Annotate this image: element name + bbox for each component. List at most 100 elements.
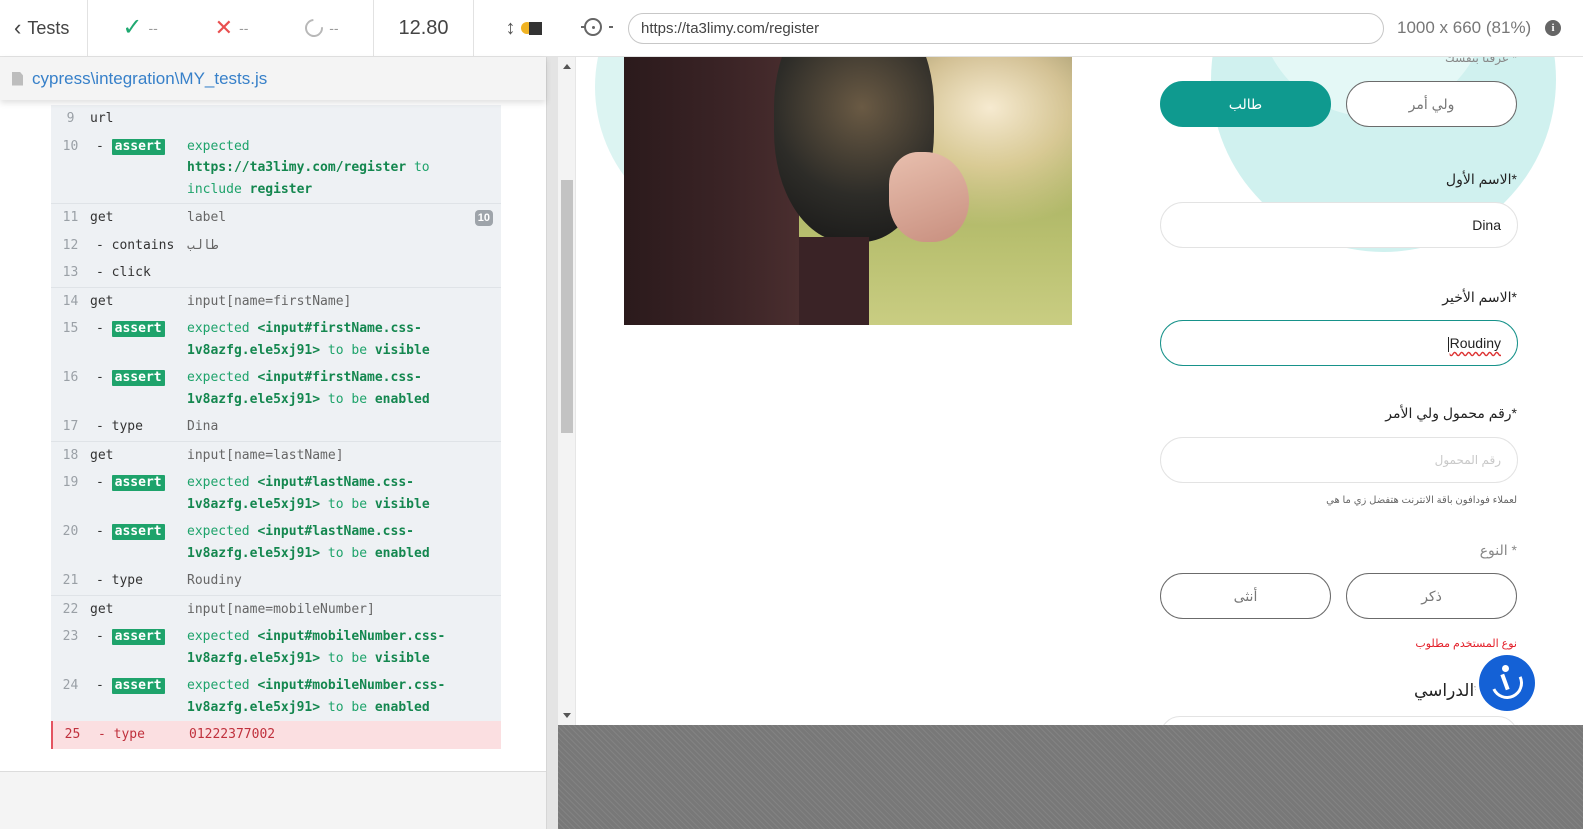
aut-url: https://ta3limy.com/register <box>628 13 1384 44</box>
aut-header: https://ta3limy.com/register 1000 x 660 … <box>558 0 1583 57</box>
command-row[interactable]: 14 get input[name=firstName] <box>51 286 501 316</box>
first-name-input[interactable]: Dina <box>1160 202 1518 248</box>
child-dash: - <box>96 678 112 693</box>
command-name: get <box>90 599 187 621</box>
command-row[interactable]: 24- assert expected <input#mobileNumber.c… <box>51 672 501 721</box>
command-label: type <box>113 727 145 742</box>
education-select[interactable] <box>1160 716 1518 725</box>
line-number: 17 <box>62 419 79 434</box>
command-row[interactable]: 21- type Roudiny <box>51 567 501 595</box>
message-part: to be <box>320 650 375 666</box>
message-part: visible <box>374 496 430 512</box>
command-row[interactable]: 22 get input[name=mobileNumber] <box>51 594 501 624</box>
scroll-thumb[interactable] <box>561 180 573 433</box>
command-list: 9 url 10- assert expected https://ta3limy.c… <box>0 100 546 772</box>
command-name: - assert <box>90 136 187 201</box>
line-number: 24 <box>62 678 79 693</box>
scroll-up-icon[interactable] <box>563 64 571 69</box>
child-dash: - <box>96 524 112 539</box>
line-number: 14 <box>62 293 79 309</box>
command-row[interactable]: 13 - click <box>51 259 501 287</box>
command-message: input[name=mobileNumber] <box>187 601 375 617</box>
assert-badge: assert <box>111 629 165 645</box>
command-label: url <box>90 111 114 126</box>
failed-count: -- <box>239 20 249 36</box>
message-part: enabled <box>374 391 430 407</box>
gender-male-button[interactable]: ذكر <box>1346 573 1517 619</box>
scroll-down-icon[interactable] <box>563 713 571 718</box>
line-number: 10 <box>62 138 79 154</box>
spec-file-bar: cypress\integration\MY_tests.js <box>0 57 546 100</box>
message-part: to <box>406 160 438 175</box>
mobile-number-input[interactable]: رقم المحمول <box>1160 437 1518 483</box>
stop-icon[interactable] <box>528 21 542 35</box>
accessibility-button[interactable] <box>1475 651 1539 715</box>
line-number: 22 <box>62 601 79 617</box>
message-part: expected <box>187 524 258 539</box>
command-name: url <box>90 108 187 130</box>
duration: 12.80 <box>374 0 474 56</box>
command-message <box>187 108 501 130</box>
command-row[interactable]: 15- assert expected <input#firstName.css-… <box>51 315 501 364</box>
message-part: to be <box>320 496 375 512</box>
x-icon: ✕ <box>214 15 234 40</box>
pending-icon <box>301 15 327 41</box>
line-number: 18 <box>62 447 79 463</box>
last-name-input[interactable]: Roudiny <box>1160 320 1518 366</box>
line-number: 21 <box>62 573 79 588</box>
command-rows: 9 url 10- assert expected https://ta3limy.c… <box>51 105 501 749</box>
info-icon[interactable]: i <box>1545 20 1561 36</box>
text-caret <box>1447 336 1449 352</box>
command-row[interactable]: 9 url <box>51 105 501 133</box>
line-number: 12 <box>62 237 79 253</box>
panel-resizer[interactable] <box>546 57 558 829</box>
command-message: label <box>187 210 227 225</box>
message-part: enabled <box>374 699 430 715</box>
line-number: 13 <box>62 265 79 280</box>
command-row[interactable]: 10- assert expected https://ta3limy.com/r… <box>51 133 501 204</box>
command-label: click <box>111 265 151 280</box>
pending-stat: -- <box>301 15 339 41</box>
command-message: 01222377002 <box>189 727 276 742</box>
child-dash: - <box>96 419 112 434</box>
command-row[interactable]: 12- contains طالب <box>51 232 501 260</box>
message-part: enabled <box>374 545 430 561</box>
command-row[interactable]: 17- type Dina <box>51 413 501 441</box>
child-dash: - <box>96 321 112 336</box>
role-student-button[interactable]: طالب <box>1160 81 1331 127</box>
element-count-badge: 10 <box>474 210 493 226</box>
message-part: to be <box>320 545 375 561</box>
last-name-label: الاسم الأخير* <box>1442 289 1517 305</box>
line-number: 16 <box>62 370 79 385</box>
command-message: input[name=lastName] <box>187 447 344 463</box>
last-name-value: Roudiny <box>1449 335 1501 351</box>
test-stats: ✓ -- ✕ -- -- <box>88 0 374 56</box>
command-row[interactable]: 25- type 01222377002 <box>51 721 501 749</box>
command-name: - click <box>90 262 187 284</box>
command-row[interactable]: 20- assert expected <input#lastName.css-1… <box>51 518 501 567</box>
command-row[interactable]: 18 get input[name=lastName] <box>51 440 501 470</box>
command-name: - assert <box>90 318 187 361</box>
command-name: get <box>90 445 187 467</box>
assert-badge: assert <box>111 370 165 386</box>
first-name-label: الاسم الأول* <box>1445 171 1517 187</box>
about-label: عرفنا بنفسك * <box>1445 57 1517 65</box>
auto-scroll-icon[interactable]: ↕ <box>506 18 516 38</box>
message-part: https://ta3limy.com/register <box>187 160 407 175</box>
back-to-tests-button[interactable]: ‹ Tests <box>0 0 88 56</box>
command-row[interactable]: 11 get label 10 <box>51 203 501 232</box>
selector-playground-icon[interactable] <box>581 18 613 36</box>
command-row[interactable]: 19- assert expected <input#lastName.css-1… <box>51 469 501 518</box>
command-name: - assert <box>90 675 187 718</box>
aut-scrollbar[interactable] <box>558 57 576 725</box>
run-controls: ↕ <box>474 0 558 56</box>
role-parent-button[interactable]: ولي أمر <box>1346 81 1517 127</box>
command-name: - type <box>92 724 189 746</box>
gender-female-button[interactable]: أنثى <box>1160 573 1331 619</box>
spec-file-path[interactable]: cypress\integration\MY_tests.js <box>32 69 267 89</box>
command-name: - assert <box>90 367 187 410</box>
command-label: type <box>111 573 143 588</box>
command-name: - assert <box>90 472 187 515</box>
command-row[interactable]: 23- assert expected <input#mobileNumber.c… <box>51 623 501 672</box>
command-row[interactable]: 16- assert expected <input#firstName.css-… <box>51 364 501 413</box>
